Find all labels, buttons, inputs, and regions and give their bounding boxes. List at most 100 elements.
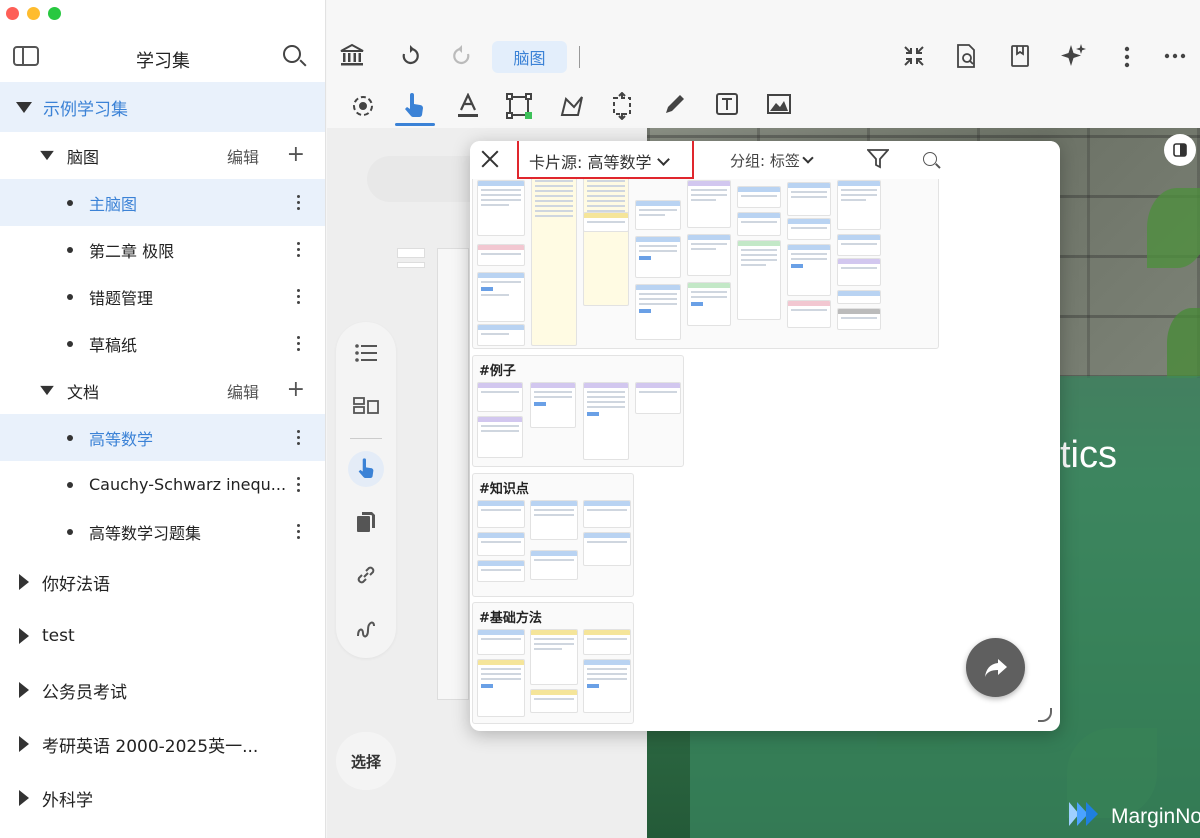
note-card[interactable] <box>687 282 731 326</box>
link-icon[interactable] <box>336 564 396 586</box>
note-card[interactable] <box>583 659 631 713</box>
note-card[interactable] <box>530 500 578 540</box>
add-icon[interactable]: + <box>287 377 305 402</box>
note-card[interactable] <box>531 176 577 346</box>
tree-item[interactable]: 草稿纸 <box>0 320 325 367</box>
edit-button[interactable]: 编辑 <box>227 379 259 403</box>
note-card[interactable] <box>477 324 525 346</box>
tree-section-documents[interactable]: 文档 编辑 + <box>0 367 325 414</box>
share-button[interactable] <box>966 638 1025 697</box>
more-vertical-icon[interactable] <box>297 289 301 307</box>
note-card[interactable] <box>477 659 525 717</box>
note-card[interactable] <box>737 212 781 236</box>
pencil-icon[interactable] <box>663 92 687 116</box>
note-card[interactable] <box>477 180 525 236</box>
note-card[interactable] <box>635 382 681 414</box>
note-card[interactable] <box>477 272 525 322</box>
collection-item[interactable]: 你好法语 <box>0 555 325 609</box>
shape-icon[interactable] <box>559 93 585 119</box>
redo-icon[interactable] <box>451 45 473 67</box>
minimize-window-button[interactable] <box>27 7 40 20</box>
undo-icon[interactable] <box>399 45 421 67</box>
tree-item-main-mindmap[interactable]: 主脑图 <box>0 179 325 226</box>
note-card[interactable] <box>477 382 523 412</box>
note-card[interactable] <box>583 629 631 655</box>
collection-item[interactable]: 公务员考试 <box>0 663 325 717</box>
tree-item-root[interactable]: 示例学习集 <box>0 82 325 132</box>
note-card[interactable] <box>477 532 525 556</box>
library-icon[interactable] <box>339 43 365 67</box>
search-icon[interactable] <box>283 45 301 63</box>
collapse-icon[interactable] <box>903 45 925 67</box>
more-vertical-icon[interactable] <box>297 242 301 260</box>
note-card[interactable] <box>687 234 731 276</box>
note-card[interactable] <box>837 258 881 286</box>
note-card[interactable] <box>477 500 525 528</box>
more-vertical-icon[interactable] <box>1124 46 1130 68</box>
note-card[interactable] <box>787 300 831 328</box>
list-icon[interactable] <box>336 344 396 362</box>
mindmap-node[interactable] <box>397 262 425 268</box>
rectangle-select-icon[interactable] <box>506 93 532 119</box>
tree-section-mindmap[interactable]: 脑图 编辑 + <box>0 132 325 179</box>
note-card[interactable] <box>635 284 681 340</box>
note-card[interactable] <box>583 176 629 306</box>
close-icon[interactable] <box>480 149 500 169</box>
lasso-rotate-icon[interactable] <box>349 93 377 119</box>
textbox-icon[interactable] <box>715 92 739 116</box>
sparkle-icon[interactable] <box>1060 42 1088 70</box>
collection-item[interactable]: 考研英语 2000-2025英一... <box>0 717 325 771</box>
note-card[interactable] <box>635 200 681 230</box>
mindmap-mode-button[interactable]: 脑图 <box>492 41 567 73</box>
tree-item[interactable]: 高等数学习题集 <box>0 508 325 555</box>
note-card[interactable] <box>530 689 578 713</box>
note-card[interactable] <box>737 240 781 320</box>
collection-item[interactable]: test <box>0 609 325 663</box>
tree-item-document-selected[interactable]: 高等数学 <box>0 414 325 461</box>
document-search-icon[interactable] <box>955 43 977 69</box>
caret-right-icon[interactable] <box>19 628 29 644</box>
note-card[interactable] <box>583 212 629 232</box>
group-dropdown[interactable]: 分组: 标签 <box>730 150 814 171</box>
copy-icon[interactable] <box>336 511 396 533</box>
tree-item[interactable]: 错题管理 <box>0 273 325 320</box>
note-card[interactable] <box>687 180 731 228</box>
note-card[interactable] <box>787 244 831 296</box>
more-vertical-icon[interactable] <box>297 430 301 448</box>
mindmap-node[interactable] <box>397 248 425 258</box>
note-card[interactable] <box>477 416 523 458</box>
transform-icon[interactable] <box>609 92 635 120</box>
note-card[interactable] <box>477 629 525 655</box>
tree-item[interactable]: 第二章 极限 <box>0 226 325 273</box>
text-format-icon[interactable] <box>457 93 479 119</box>
note-card[interactable] <box>837 180 881 230</box>
more-vertical-icon[interactable] <box>297 524 301 542</box>
zoom-window-button[interactable] <box>48 7 61 20</box>
note-card[interactable] <box>837 290 881 304</box>
add-icon[interactable]: + <box>287 142 305 167</box>
bookmark-icon[interactable] <box>1010 44 1030 68</box>
note-card[interactable] <box>530 550 578 580</box>
caret-down-icon[interactable] <box>16 101 32 113</box>
note-card[interactable] <box>635 236 681 278</box>
note-card[interactable] <box>837 308 881 330</box>
note-card[interactable] <box>477 244 525 266</box>
note-card[interactable] <box>737 186 781 208</box>
note-card[interactable] <box>530 629 578 685</box>
caret-right-icon[interactable] <box>19 736 29 752</box>
note-card[interactable] <box>477 560 525 582</box>
note-card[interactable] <box>787 218 831 240</box>
note-card[interactable] <box>583 532 631 566</box>
more-vertical-icon[interactable] <box>297 195 301 213</box>
pointer-icon[interactable] <box>403 93 425 119</box>
caret-down-icon[interactable] <box>40 385 54 396</box>
more-vertical-icon[interactable] <box>297 477 301 495</box>
filter-icon[interactable] <box>865 149 891 173</box>
close-window-button[interactable] <box>6 7 19 20</box>
caret-down-icon[interactable] <box>40 150 54 161</box>
more-vertical-icon[interactable] <box>297 336 301 354</box>
more-horizontal-icon[interactable] <box>1164 53 1186 59</box>
card-source-dropdown[interactable]: 卡片源: 高等数学 <box>529 149 671 173</box>
search-icon[interactable] <box>923 152 937 166</box>
collection-item[interactable]: 外科学 <box>0 771 325 825</box>
